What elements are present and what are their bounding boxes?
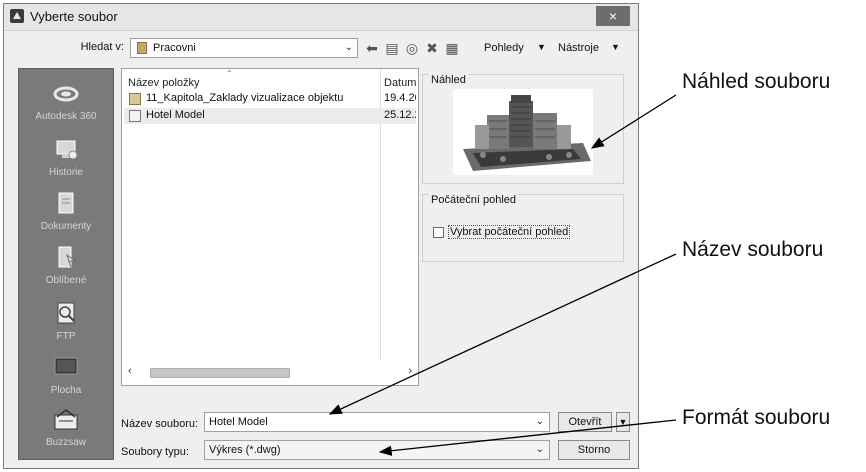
filename-arrow bbox=[328, 253, 677, 415]
preview-arrow bbox=[590, 94, 677, 149]
annotation-format: Formát souboru bbox=[682, 406, 831, 429]
annotation-preview: Náhled souboru bbox=[682, 70, 831, 93]
annotation-filename: Název souboru bbox=[682, 238, 824, 261]
format-arrow bbox=[378, 419, 677, 456]
